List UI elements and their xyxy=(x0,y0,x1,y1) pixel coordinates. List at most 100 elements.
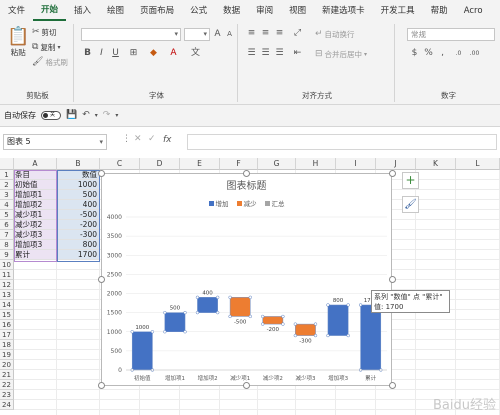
cut-button[interactable]: ✂ 剪切 xyxy=(32,27,57,38)
chart-bar[interactable] xyxy=(164,312,186,332)
increase-font-icon[interactable]: A xyxy=(212,29,223,40)
chart-bar[interactable] xyxy=(229,297,251,317)
chart-elements-button[interactable]: + xyxy=(402,172,419,189)
chart-resize-handle[interactable] xyxy=(98,170,105,177)
column-header-K[interactable]: K xyxy=(416,158,456,170)
row-header-23[interactable]: 23 xyxy=(0,390,14,400)
row-header-3[interactable]: 3 xyxy=(0,190,14,200)
save-icon[interactable]: 💾 xyxy=(66,111,77,120)
chevron-down-icon[interactable]: ▾ xyxy=(95,112,98,119)
cell-A7[interactable]: 减少项3 xyxy=(14,230,57,240)
paste-button[interactable]: 📋 粘贴 xyxy=(7,28,29,58)
tab-11[interactable]: 帮助 xyxy=(423,0,456,22)
row-header-15[interactable]: 15 xyxy=(0,310,14,320)
cell-A5[interactable]: 减少项1 xyxy=(14,210,57,220)
row-header-4[interactable]: 4 xyxy=(0,200,14,210)
italic-icon[interactable]: I xyxy=(96,48,107,59)
row-header-9[interactable]: 9 xyxy=(0,250,14,260)
phonetic-icon[interactable]: 文 xyxy=(190,48,201,59)
column-header-H[interactable]: H xyxy=(296,158,336,170)
row-header-12[interactable]: 12 xyxy=(0,280,14,290)
formula-input[interactable] xyxy=(187,133,497,150)
row-header-11[interactable]: 11 xyxy=(0,270,14,280)
bold-icon[interactable]: B xyxy=(82,48,93,59)
tab-3[interactable]: 绘图 xyxy=(99,0,132,22)
chart-plot-area[interactable]: 0 500 1000 1500 2000 2500 3000 3500 4000 1000 初始值 5… xyxy=(102,174,393,387)
align-left-icon[interactable]: ☰ xyxy=(246,48,257,59)
cell-A3[interactable]: 增加项1 xyxy=(14,190,57,200)
align-center-icon[interactable]: ☰ xyxy=(260,48,271,59)
column-header-B[interactable]: B xyxy=(57,158,100,170)
indent-icon[interactable]: ⇤ xyxy=(292,48,303,59)
row-header-1[interactable]: 1 xyxy=(0,170,14,180)
select-all-corner[interactable] xyxy=(0,158,14,170)
row-header-16[interactable]: 16 xyxy=(0,320,14,330)
chart-resize-handle[interactable] xyxy=(389,382,396,389)
row-header-24[interactable]: 24 xyxy=(0,400,14,410)
tab-7[interactable]: 审阅 xyxy=(248,0,281,22)
cell-B5[interactable]: -500 xyxy=(57,210,100,220)
cell-B8[interactable]: 800 xyxy=(57,240,100,250)
cell-B4[interactable]: 400 xyxy=(57,200,100,210)
customize-toolbar-icon[interactable]: ▾ xyxy=(115,112,118,119)
font-name-combo[interactable]: ▾ xyxy=(81,28,181,41)
column-header-F[interactable]: F xyxy=(220,158,258,170)
chart-bar[interactable] xyxy=(295,323,316,336)
cell-A8[interactable]: 增加项3 xyxy=(14,240,57,250)
waterfall-chart[interactable]: 图表标题 增加 减少 汇总 0 500 1000 1500 2000 2500 3000 3500… xyxy=(101,173,392,386)
copy-button[interactable]: ⧉ 复制 ▾ xyxy=(32,42,60,53)
tab-2[interactable]: 插入 xyxy=(66,0,99,22)
underline-icon[interactable]: U xyxy=(110,48,121,59)
cell-B1[interactable]: 数值 xyxy=(57,170,100,180)
column-header-L[interactable]: L xyxy=(456,158,500,170)
row-header-5[interactable]: 5 xyxy=(0,210,14,220)
cell-B7[interactable]: -300 xyxy=(57,230,100,240)
column-header-G[interactable]: G xyxy=(258,158,296,170)
tab-4[interactable]: 页面布局 xyxy=(132,0,182,22)
row-header-6[interactable]: 6 xyxy=(0,220,14,230)
currency-icon[interactable]: $ xyxy=(409,48,420,59)
cell-B3[interactable]: 500 xyxy=(57,190,100,200)
cancel-icon[interactable]: ✕ xyxy=(134,135,142,144)
tab-12[interactable]: Acro xyxy=(456,0,491,22)
column-header-E[interactable]: E xyxy=(180,158,220,170)
column-header-D[interactable]: D xyxy=(140,158,180,170)
chart-styles-button[interactable]: 🖌 xyxy=(402,196,419,213)
chart-bar[interactable] xyxy=(197,297,218,313)
cell-A1[interactable]: 条目 xyxy=(14,170,57,180)
row-header-8[interactable]: 8 xyxy=(0,240,14,250)
row-header-2[interactable]: 2 xyxy=(0,180,14,190)
wrap-text-button[interactable]: ↵ 自动换行 xyxy=(315,29,355,40)
cell-A9[interactable]: 累计 xyxy=(14,250,57,260)
chart-resize-handle[interactable] xyxy=(243,382,250,389)
row-header-20[interactable]: 20 xyxy=(0,360,14,370)
chart-resize-handle[interactable] xyxy=(389,276,396,283)
row-header-21[interactable]: 21 xyxy=(0,370,14,380)
align-bottom-icon[interactable]: ≡ xyxy=(274,28,285,39)
tab-6[interactable]: 数据 xyxy=(215,0,248,22)
chart-resize-handle[interactable] xyxy=(98,276,105,283)
cell-B2[interactable]: 1000 xyxy=(57,180,100,190)
tab-5[interactable]: 公式 xyxy=(182,0,215,22)
row-header-22[interactable]: 22 xyxy=(0,380,14,390)
merge-center-button[interactable]: ⊟ 合并后居中 ▾ xyxy=(315,49,367,60)
fill-color-icon[interactable]: ◆ xyxy=(148,48,159,59)
autosave-toggle[interactable]: 关 xyxy=(41,111,61,120)
column-header-C[interactable]: C xyxy=(100,158,140,170)
column-header-J[interactable]: J xyxy=(376,158,416,170)
chart-resize-handle[interactable] xyxy=(243,170,250,177)
tab-9[interactable]: 新建选项卡 xyxy=(314,0,373,22)
decrease-decimal-icon[interactable]: .00 xyxy=(469,48,480,59)
chart-resize-handle[interactable] xyxy=(98,382,105,389)
percent-icon[interactable]: % xyxy=(423,48,434,59)
align-middle-icon[interactable]: ≡ xyxy=(260,28,271,39)
column-header-I[interactable]: I xyxy=(336,158,376,170)
chart-bar[interactable] xyxy=(327,304,349,336)
cell-A4[interactable]: 增加项2 xyxy=(14,200,57,210)
row-header-13[interactable]: 13 xyxy=(0,290,14,300)
tab-8[interactable]: 视图 xyxy=(281,0,314,22)
enter-icon[interactable]: ✓ xyxy=(148,135,156,144)
tab-0[interactable]: 文件 xyxy=(0,0,33,22)
row-header-17[interactable]: 17 xyxy=(0,330,14,340)
increase-decimal-icon[interactable]: .0 xyxy=(453,48,464,59)
